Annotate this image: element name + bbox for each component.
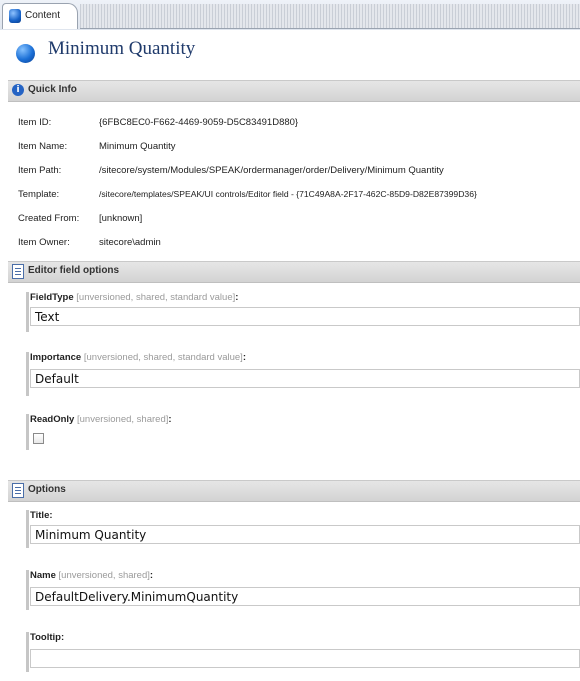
field-colon: : [168, 414, 172, 425]
field-label-text: ReadOnly [30, 414, 75, 425]
title-field: Title: Minimum Quantity [26, 510, 580, 548]
name-input[interactable]: DefaultDelivery.MinimumQuantity [30, 587, 580, 606]
importance-input[interactable]: Default [30, 369, 580, 388]
field-meta: [unversioned, shared, standard value] [83, 352, 243, 363]
quick-info-value: Minimum Quantity [99, 141, 176, 152]
field-label-text: FieldType [30, 292, 74, 303]
quick-info-key: Item Name: [18, 141, 68, 152]
field-meta: [unversioned, shared] [58, 570, 150, 581]
tooltip-input[interactable] [30, 649, 580, 668]
field-rail [26, 414, 29, 450]
item-icon [16, 44, 35, 63]
tooltip-label: Tooltip: [30, 632, 65, 643]
editor-field-options-title: Editor field options [28, 265, 120, 276]
fieldtype-field: FieldType [unversioned, shared, standard… [26, 292, 580, 332]
name-label: Name [unversioned, shared]: [30, 570, 153, 581]
quick-info-key: Created From: [18, 213, 80, 224]
field-label-text: Name [30, 570, 56, 581]
quick-info-value: [unknown] [99, 213, 143, 224]
tab-content-label: Content [25, 10, 61, 21]
name-field: Name [unversioned, shared]: DefaultDeliv… [26, 570, 580, 610]
readonly-checkbox[interactable] [33, 433, 44, 444]
tab-strip: Content [0, 0, 580, 30]
tab-strip-fill [80, 4, 580, 29]
tooltip-field: Tooltip: [26, 632, 580, 672]
quick-info-key: Item Owner: [18, 237, 70, 248]
options-section-header[interactable]: Options [8, 480, 580, 502]
fieldtype-input[interactable]: Text [30, 307, 580, 326]
info-icon: i [12, 84, 24, 96]
readonly-label: ReadOnly [unversioned, shared]: [30, 414, 172, 425]
field-rail [26, 510, 29, 548]
quick-info-key: Item ID: [18, 117, 52, 128]
field-colon: : [149, 570, 154, 581]
quick-info-section-header[interactable]: i Quick Info [8, 80, 580, 102]
readonly-field: ReadOnly [unversioned, shared]: [26, 414, 580, 450]
quick-info-value: sitecore\admin [99, 237, 161, 248]
importance-label: Importance [unversioned, shared, standar… [30, 352, 246, 363]
field-meta: [unversioned, shared] [77, 414, 169, 425]
editor-field-options-section-header[interactable]: Editor field options [8, 261, 580, 283]
content-icon [9, 9, 21, 23]
document-icon [12, 483, 24, 498]
title-label: Title: [30, 510, 53, 521]
options-title: Options [28, 484, 66, 495]
field-label-text: Importance [30, 352, 82, 363]
fieldtype-label: FieldType [unversioned, shared, standard… [30, 292, 238, 303]
field-rail [26, 570, 29, 610]
quick-info-title: Quick Info [28, 84, 77, 95]
quick-info-value: {6FBC8EC0-F662-4469-9059-D5C83491D880} [99, 117, 299, 128]
field-meta: [unversioned, shared, standard value] [76, 292, 236, 303]
quick-info-key: Template: [18, 189, 60, 200]
title-input[interactable]: Minimum Quantity [30, 525, 580, 544]
field-colon: : [235, 292, 239, 303]
document-icon [12, 264, 24, 279]
tab-content[interactable]: Content [2, 3, 78, 29]
page-title: Minimum Quantity [48, 38, 196, 59]
quick-info-value: /sitecore/system/Modules/SPEAK/ordermana… [99, 165, 444, 176]
importance-field: Importance [unversioned, shared, standar… [26, 352, 580, 396]
field-rail [26, 632, 29, 672]
quick-info-key: Item Path: [18, 165, 62, 176]
field-colon: : [242, 352, 246, 363]
quick-info-value: /sitecore/templates/SPEAK/UI controls/Ed… [99, 189, 477, 199]
field-rail [26, 352, 29, 396]
field-rail [26, 292, 29, 332]
